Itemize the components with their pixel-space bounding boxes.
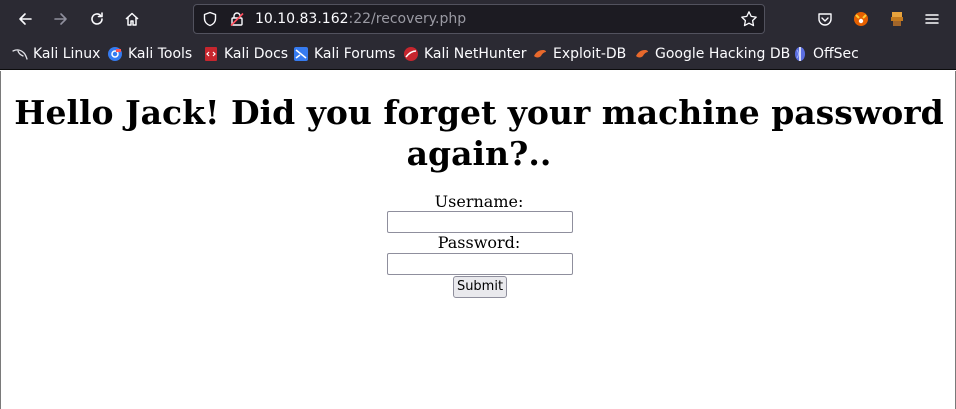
page-content: Hello Jack! Did you forget your machine …	[0, 71, 956, 409]
ghdb-icon	[636, 50, 648, 58]
hamburger-menu-icon	[925, 14, 939, 24]
kali-forums-icon	[294, 47, 308, 61]
kali-tools-icon	[108, 47, 122, 61]
username-input[interactable]	[387, 211, 573, 233]
bookmark-label: Kali Tools	[128, 46, 193, 62]
pocket-button[interactable]	[813, 7, 837, 31]
browser-toolbar: 10.10.83.162:22/recovery.php	[0, 0, 956, 38]
bookmark-exploit-db[interactable]: Exploit-DB	[532, 38, 626, 70]
bookmark-label: Exploit-DB	[553, 46, 627, 62]
insecure-lock-icon[interactable]	[229, 11, 245, 27]
page-heading: Hello Jack! Did you forget your machine …	[14, 93, 944, 173]
bookmark-kali-tools[interactable]: Kali Tools	[107, 38, 192, 70]
exploit-db-icon	[534, 50, 546, 58]
address-bar[interactable]: 10.10.83.162:22/recovery.php	[193, 4, 765, 34]
kali-nethunter-icon	[404, 47, 418, 61]
bookmark-label: Kali Forums	[314, 46, 396, 62]
app-menu-button[interactable]	[920, 7, 944, 31]
bookmark-google-hacking-db[interactable]: Google Hacking DB	[634, 38, 790, 70]
reload-button[interactable]	[85, 7, 109, 31]
kali-dragon-icon	[12, 49, 28, 60]
home-button[interactable]	[120, 7, 144, 31]
bookmark-label: Kali NetHunter	[424, 46, 527, 62]
reload-icon	[91, 12, 103, 25]
password-input[interactable]	[387, 253, 573, 275]
forward-button[interactable]	[49, 7, 73, 31]
bookmark-label: OffSec	[813, 46, 859, 62]
bookmark-kali-docs[interactable]: Kali Docs	[203, 38, 288, 70]
username-label: Username:	[434, 192, 524, 211]
bookmarks-toolbar: Kali Linux Kali Tools Kali Docs Kali For…	[0, 38, 956, 70]
bookmark-kali-nethunter[interactable]: Kali NetHunter	[403, 38, 526, 70]
password-label: Password:	[437, 233, 521, 252]
offsec-icon	[795, 47, 805, 61]
back-button[interactable]	[13, 7, 37, 31]
extension-button[interactable]	[849, 7, 873, 31]
bookmark-star-icon[interactable]	[740, 10, 758, 28]
tracking-protection-shield-icon[interactable]	[202, 11, 218, 27]
bookmark-label: Kali Linux	[33, 46, 101, 62]
extension-button-2[interactable]	[885, 7, 909, 31]
bookmark-kali-linux[interactable]: Kali Linux	[12, 38, 100, 70]
bookmark-kali-forums[interactable]: Kali Forums	[293, 38, 395, 70]
kali-docs-icon	[205, 47, 217, 61]
foxyproxy-extension-icon	[854, 12, 868, 26]
pocket-icon	[818, 13, 832, 26]
url-path: :22/recovery.php	[348, 11, 467, 27]
url-host: 10.10.83.162	[255, 11, 349, 27]
bookmark-label: Kali Docs	[224, 46, 289, 62]
submit-button[interactable]: Submit	[453, 276, 507, 298]
bookmark-offsec[interactable]: OffSec	[792, 38, 859, 70]
wappalyzer-extension-icon	[891, 12, 903, 26]
bookmark-label: Google Hacking DB	[655, 46, 791, 62]
home-icon	[125, 12, 139, 26]
forward-arrow-icon	[54, 13, 67, 25]
url-text[interactable]: 10.10.83.162:22/recovery.php	[255, 5, 466, 33]
back-arrow-icon	[19, 13, 32, 25]
